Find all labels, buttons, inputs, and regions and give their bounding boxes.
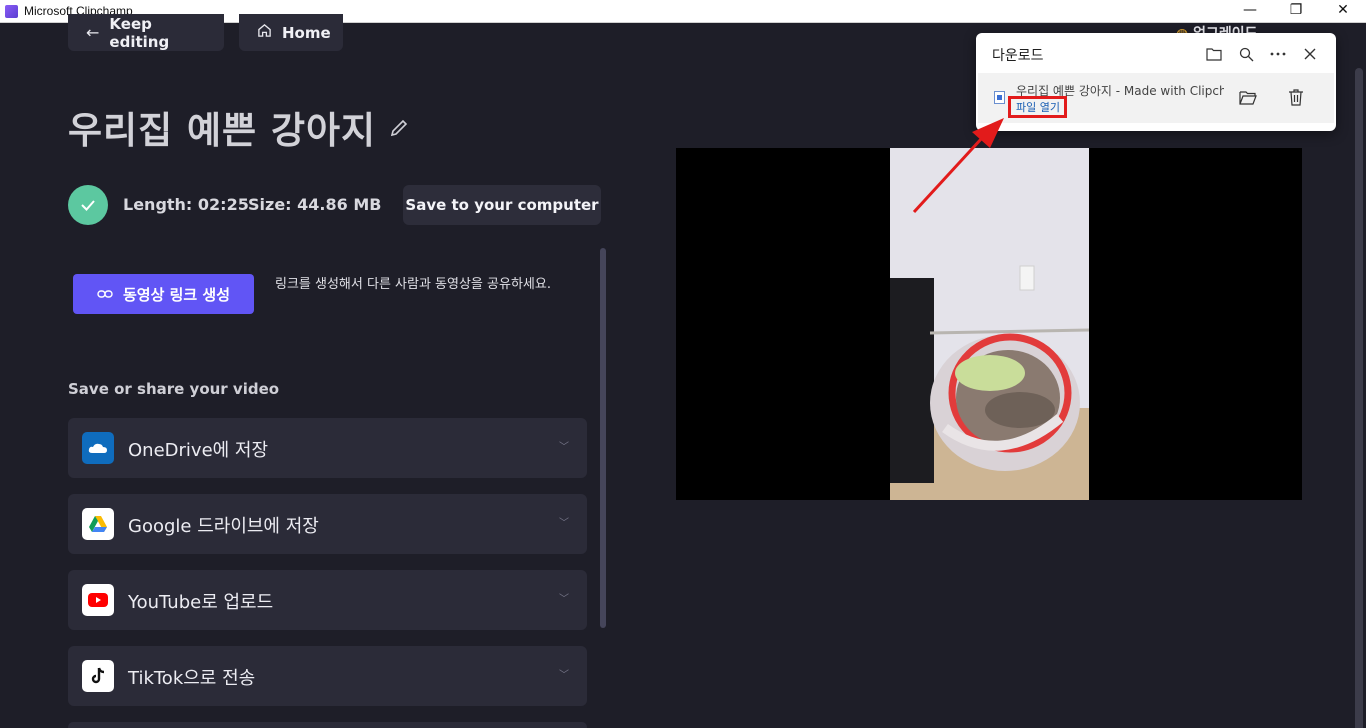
video-file-icon [994, 91, 1005, 104]
share-item-onedrive[interactable]: OneDrive에 저장 ﹀ [68, 418, 587, 478]
share-item-label: TikTok으로 전송 [128, 668, 256, 689]
share-item-more[interactable] [68, 722, 587, 728]
page-scrollbar[interactable] [1352, 50, 1366, 728]
create-video-link-button[interactable]: 동영상 링크 생성 [73, 274, 254, 314]
video-size: Size: 44.86 MB [248, 195, 382, 214]
create-link-label: 동영상 링크 생성 [122, 285, 231, 304]
restore-button[interactable]: ❐ [1273, 0, 1319, 22]
chevron-down-icon: ﹀ [559, 594, 569, 605]
chevron-down-icon: ﹀ [559, 518, 569, 529]
tiktok-icon [82, 660, 114, 692]
arrow-left-icon: ← [86, 23, 100, 42]
video-length: Length: 02:25 [123, 195, 249, 214]
page-scrollbar-thumb[interactable] [1355, 68, 1363, 728]
share-item-youtube[interactable]: YouTube로 업로드 ﹀ [68, 570, 587, 630]
home-button[interactable]: Home [239, 14, 343, 51]
more-options-icon[interactable] [1268, 44, 1288, 64]
delete-trash-icon[interactable] [1285, 86, 1307, 108]
share-section-title: Save or share your video [68, 380, 280, 398]
red-annotation-arrow [912, 118, 1004, 214]
show-in-folder-icon[interactable] [1237, 86, 1259, 108]
keep-editing-button[interactable]: ← Keep editing [68, 14, 224, 51]
share-item-label: OneDrive에 저장 [128, 440, 269, 461]
keep-editing-label: Keep editing [109, 14, 170, 51]
export-complete-check-icon [68, 185, 108, 225]
clipchamp-app-icon [5, 5, 18, 18]
onedrive-icon [82, 432, 114, 464]
share-item-label: Google 드라이브에 저장 [128, 516, 319, 537]
downloads-title: 다운로드 [992, 48, 1044, 64]
open-downloads-folder-icon[interactable] [1204, 44, 1224, 64]
search-icon[interactable] [1236, 44, 1256, 64]
left-panel-scrollbar[interactable] [600, 248, 606, 628]
home-icon [257, 23, 272, 42]
edit-pencil-icon[interactable] [388, 117, 410, 139]
chevron-down-icon: ﹀ [559, 670, 569, 681]
minimize-button[interactable]: — [1227, 0, 1273, 22]
share-item-label: YouTube로 업로드 [128, 592, 274, 613]
chevron-down-icon: ﹀ [559, 442, 569, 453]
close-icon[interactable] [1300, 44, 1320, 64]
project-title: 우리집 예쁜 강아지 [68, 109, 377, 152]
save-to-computer-button[interactable]: Save to your computer [403, 185, 601, 225]
google-drive-icon [82, 508, 114, 540]
close-window-button[interactable]: ✕ [1320, 0, 1366, 22]
share-item-tiktok[interactable]: TikTok으로 전송 ﹀ [68, 646, 587, 706]
home-label: Home [282, 23, 331, 42]
link-description: 링크를 생성해서 다른 사람과 동영상을 공유하세요. [275, 277, 551, 292]
share-item-google-drive[interactable]: Google 드라이브에 저장 ﹀ [68, 494, 587, 554]
youtube-icon [82, 584, 114, 616]
link-icon [97, 285, 113, 303]
